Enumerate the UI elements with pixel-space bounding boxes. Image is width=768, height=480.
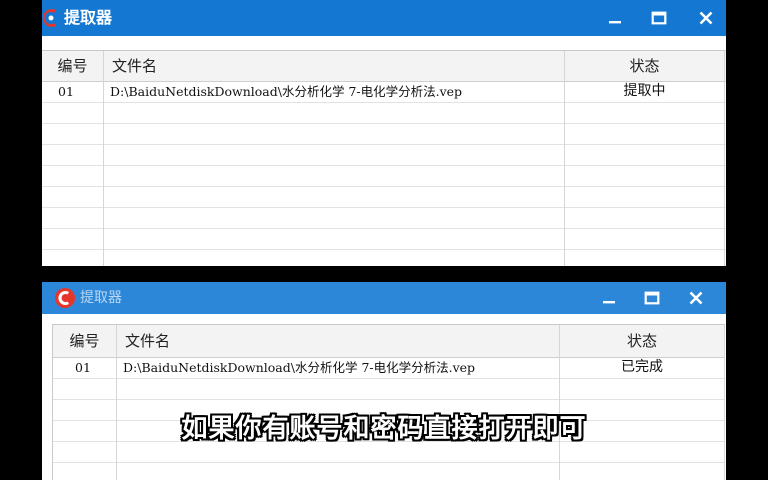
column-header-status[interactable]: 状态: [560, 325, 725, 357]
table-row: [42, 186, 726, 208]
minimize-button[interactable]: [591, 282, 627, 314]
table-header: 编号 文件名 状态: [42, 51, 726, 82]
maximize-icon: [644, 291, 660, 305]
app-logo-icon: [54, 287, 76, 309]
table-row: [42, 144, 726, 166]
table-row: [53, 378, 725, 400]
maximize-button[interactable]: [641, 0, 677, 36]
column-header-status[interactable]: 状态: [565, 51, 725, 81]
table-header: 编号 文件名 状态: [53, 325, 725, 358]
extractor-window-top: 提取器 编号 文件名 状态 01 D:\BaiduNetdiskDownload…: [42, 0, 726, 266]
table-row: [42, 165, 726, 187]
extractor-window-bottom: 提取器 编号 文件名 状态 01 D:\BaiduNetdiskDownload…: [42, 282, 726, 480]
row-status: 已完成: [560, 357, 725, 378]
row-id: 01: [53, 357, 117, 378]
video-subtitle: 如果你有账号和密码直接打开即可: [181, 414, 587, 444]
file-list-table[interactable]: 编号 文件名 状态 01 D:\BaiduNetdiskDownload\水分析…: [52, 324, 725, 480]
row-filename: D:\BaiduNetdiskDownload\水分析化学 7-电化学分析法.v…: [117, 357, 560, 378]
row-id: 01: [42, 81, 104, 102]
title-bar[interactable]: 提取器: [42, 282, 726, 314]
row-status: 提取中: [565, 81, 725, 102]
column-header-filename[interactable]: 文件名: [104, 51, 565, 81]
row-filename: D:\BaiduNetdiskDownload\水分析化学 7-电化学分析法.v…: [104, 81, 565, 102]
table-row[interactable]: 01 D:\BaiduNetdiskDownload\水分析化学 7-电化学分析…: [42, 81, 726, 103]
column-header-id[interactable]: 编号: [42, 51, 104, 81]
minimize-icon: [603, 301, 615, 304]
column-header-id[interactable]: 编号: [53, 325, 117, 357]
table-row: [42, 102, 726, 124]
file-list-table[interactable]: 编号 文件名 状态 01 D:\BaiduNetdiskDownload\水分析…: [42, 50, 726, 266]
close-icon: [689, 291, 703, 305]
table-row: [42, 207, 726, 229]
table-row: [42, 228, 726, 250]
table-row: [42, 249, 726, 266]
title-bar[interactable]: 提取器: [42, 0, 726, 36]
close-button[interactable]: [678, 282, 714, 314]
window-title: 提取器: [64, 8, 113, 27]
maximize-button[interactable]: [634, 282, 670, 314]
close-button[interactable]: [688, 0, 724, 36]
window-title: 提取器: [80, 290, 122, 306]
minimize-icon: [609, 21, 621, 24]
close-icon: [699, 11, 713, 25]
app-logo-icon: [42, 8, 60, 28]
column-header-filename[interactable]: 文件名: [117, 325, 560, 357]
minimize-button[interactable]: [597, 0, 633, 36]
maximize-icon: [651, 11, 667, 25]
table-row[interactable]: 01 D:\BaiduNetdiskDownload\水分析化学 7-电化学分析…: [53, 357, 725, 379]
table-row: [42, 123, 726, 145]
table-row: [53, 462, 725, 480]
